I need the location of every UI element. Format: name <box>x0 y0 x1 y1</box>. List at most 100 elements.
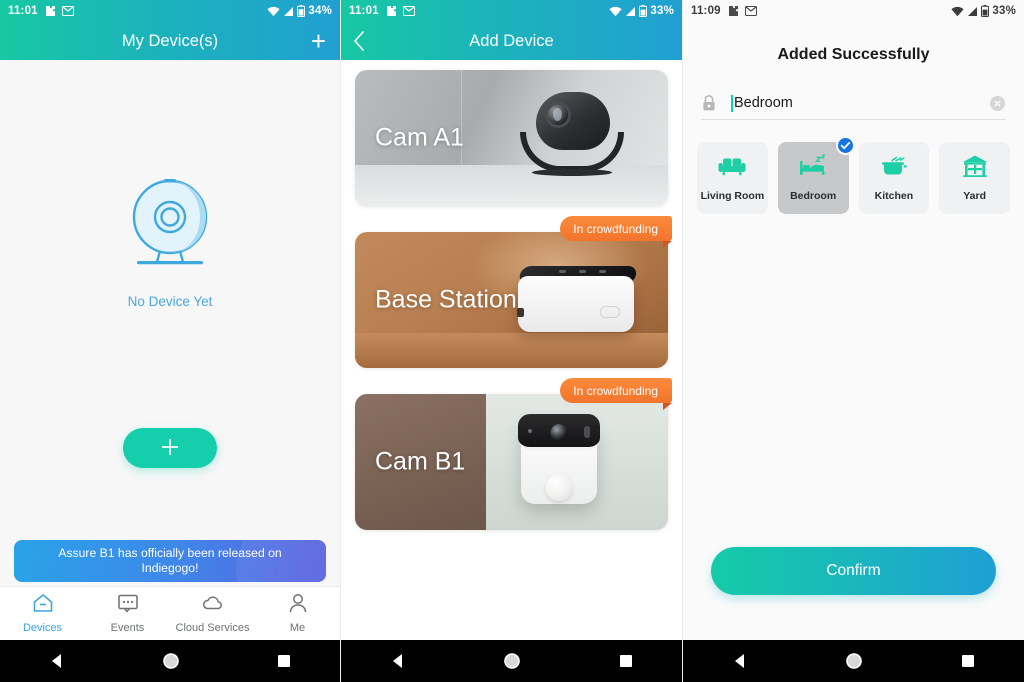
promo-banner[interactable]: Assure B1 has officially been released o… <box>14 540 326 582</box>
recents-square-icon[interactable] <box>960 653 976 669</box>
sofa-icon <box>717 154 747 183</box>
chevron-left-icon[interactable] <box>353 31 365 51</box>
camera-lens <box>550 424 568 441</box>
room-option-bedroom[interactable]: Bedroom <box>777 136 855 214</box>
back-triangle-icon[interactable] <box>48 652 66 670</box>
floor <box>355 165 668 206</box>
camera-body <box>536 92 610 150</box>
card-image: Base Station <box>355 232 668 368</box>
device-port <box>517 308 524 317</box>
puzzle-icon <box>44 5 56 17</box>
panel-added-successfully: 11:09 33% Added Successfully Bedroom Liv… <box>683 0 1024 682</box>
device-card-base-station[interactable]: Base Station In crowdfunding <box>355 216 672 368</box>
gazebo-icon <box>960 154 990 183</box>
device-card-label: Cam B1 <box>375 447 466 476</box>
android-nav-bar <box>683 640 1024 682</box>
device-indicator-dot <box>559 270 566 273</box>
status-time: 11:01 <box>349 5 379 17</box>
tab-devices[interactable]: Devices <box>0 593 85 634</box>
page-title: My Device(s) <box>121 31 219 50</box>
home-circle-icon[interactable] <box>162 652 180 670</box>
panel-add-device: 11:01 33% Add Device Cam A1 Base Station… <box>341 0 683 682</box>
tab-events[interactable]: Events <box>85 593 170 634</box>
room-selector: Living Room Bedroom Kitchen Yard <box>697 136 1010 214</box>
tab-devices-label: Devices <box>22 622 63 634</box>
device-name-value: Bedroom <box>734 95 793 111</box>
room-option-label: Bedroom <box>790 190 837 202</box>
bed-icon <box>798 154 828 183</box>
lock-icon <box>701 94 717 112</box>
room-option-label: Living Room <box>700 190 765 202</box>
battery-icon <box>639 5 648 17</box>
status-bar-left: 11:01 <box>8 5 74 17</box>
status-bar: 11:09 33% <box>683 0 1024 22</box>
device-card-cam-a1[interactable]: Cam A1 <box>355 70 668 206</box>
recents-square-icon[interactable] <box>276 653 292 669</box>
back-triangle-icon[interactable] <box>731 652 749 670</box>
person-icon <box>287 593 309 618</box>
mail-icon <box>744 6 757 16</box>
status-bar: 11:01 33% <box>341 0 682 22</box>
puzzle-icon <box>385 5 397 17</box>
room-option-yard[interactable]: Yard <box>939 142 1010 214</box>
android-nav-bar <box>341 640 682 682</box>
tab-me-label: Me <box>289 622 306 634</box>
text-cursor <box>731 94 733 112</box>
chat-bubble-icon <box>117 593 139 618</box>
camera-base <box>532 169 612 176</box>
device-card-label: Base Station <box>375 285 517 314</box>
recents-square-icon[interactable] <box>618 653 634 669</box>
status-bar-left: 11:09 <box>691 5 757 17</box>
empty-state-label: No Device Yet <box>127 294 213 309</box>
add-device-button[interactable]: + <box>311 28 326 54</box>
status-time: 11:09 <box>691 5 721 17</box>
mail-icon <box>402 6 415 16</box>
signal-icon <box>625 6 636 17</box>
status-bar-right: 34% <box>267 5 332 17</box>
clear-circle-icon[interactable] <box>989 95 1006 112</box>
signal-icon <box>967 6 978 17</box>
status-bar-right: 33% <box>951 5 1016 17</box>
device-name-field[interactable]: Bedroom <box>701 94 1006 120</box>
device-indicator-dot <box>599 270 606 273</box>
screenshot-root: 11:01 34% My Device(s) + No Device Yet A… <box>0 0 1024 682</box>
promo-banner-text: Assure B1 has officially been released o… <box>58 546 282 575</box>
plus-icon <box>158 435 182 462</box>
crowdfunding-badge-label: In crowdfunding <box>573 221 658 236</box>
motion-sensor <box>545 474 573 501</box>
confirm-button[interactable]: Confirm <box>711 547 996 595</box>
camera-head <box>517 414 600 450</box>
status-bar-left: 11:01 <box>349 5 415 17</box>
device-card-cam-b1[interactable]: Cam B1 In crowdfunding <box>355 378 672 530</box>
selected-check-icon <box>835 136 855 155</box>
app-bar: My Device(s) + <box>0 22 340 60</box>
room-option-label: Yard <box>963 190 986 202</box>
device-button <box>600 306 620 318</box>
empty-state: No Device Yet <box>0 175 340 309</box>
back-triangle-icon[interactable] <box>389 652 407 670</box>
wifi-icon <box>267 6 280 17</box>
page-title: Add Device <box>469 31 554 50</box>
ir-sensor <box>583 426 590 438</box>
battery-percent: 33% <box>992 5 1016 17</box>
app-bar: Add Device <box>341 22 682 60</box>
home-icon <box>32 593 54 618</box>
status-bar-right: 33% <box>609 5 674 17</box>
home-circle-icon[interactable] <box>845 652 863 670</box>
room-option-kitchen[interactable]: Kitchen <box>858 142 930 214</box>
panel-my-devices: 11:01 34% My Device(s) + No Device Yet A… <box>0 0 341 682</box>
bottom-tab-bar: Devices Events Cloud Services Me <box>0 586 340 640</box>
cooking-pot-icon <box>879 154 909 183</box>
home-circle-icon[interactable] <box>503 652 521 670</box>
tab-me[interactable]: Me <box>255 593 340 634</box>
room-option-living-room[interactable]: Living Room <box>697 142 768 214</box>
tab-cloud-services[interactable]: Cloud Services <box>170 593 255 634</box>
wifi-icon <box>951 6 964 17</box>
device-body <box>518 276 634 332</box>
device-card-list: Cam A1 Base Station In crowdfunding Cam … <box>341 60 682 530</box>
device-card-label: Cam A1 <box>375 123 464 152</box>
page-title: Added Successfully <box>777 46 930 63</box>
cloud-icon <box>201 593 225 618</box>
puzzle-icon <box>727 5 739 17</box>
add-device-fab[interactable] <box>123 428 217 468</box>
